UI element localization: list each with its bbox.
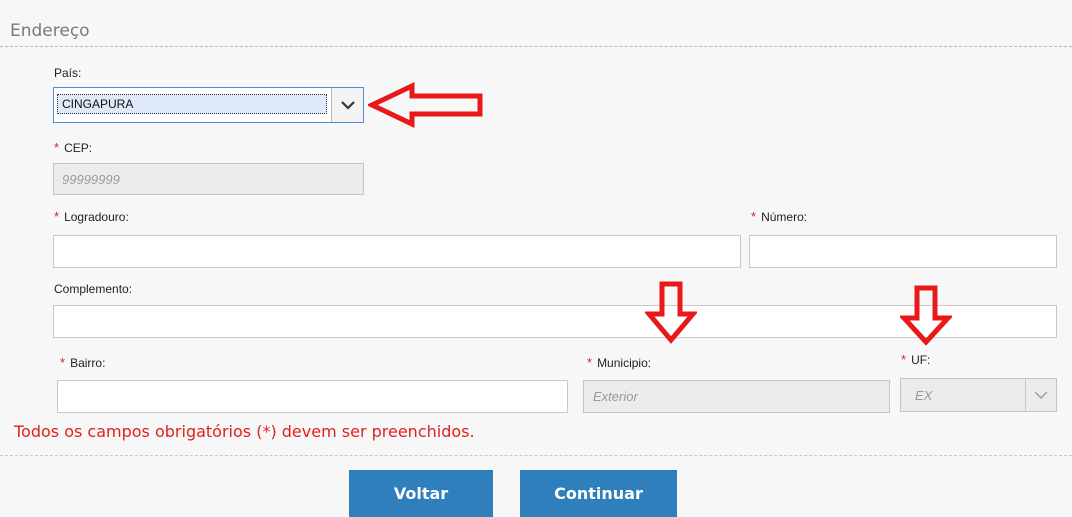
cep-label-text: CEP: — [64, 141, 93, 155]
section-divider-top — [0, 46, 1072, 47]
numero-label: * Número: — [751, 209, 807, 224]
municipio-label: * Municipio: — [587, 355, 651, 370]
required-mark: * — [54, 209, 60, 224]
logradouro-label: * Logradouro: — [54, 209, 129, 224]
municipio-placeholder: Exterior — [593, 389, 638, 404]
annotation-arrow-down-icon — [900, 285, 952, 346]
uf-label-text: UF: — [911, 353, 931, 367]
logradouro-label-text: Logradouro: — [64, 210, 129, 224]
uf-label: * UF: — [901, 352, 930, 367]
required-mark: * — [60, 355, 66, 370]
cep-input[interactable]: 99999999 — [53, 163, 364, 195]
numero-input[interactable] — [749, 235, 1057, 268]
bairro-label: * Bairro: — [60, 355, 105, 370]
complemento-label: Complemento: — [54, 282, 133, 296]
chevron-down-icon[interactable] — [1025, 379, 1056, 411]
numero-label-text: Número: — [761, 210, 808, 224]
required-mark: * — [54, 140, 60, 155]
annotation-arrow-left-icon — [368, 82, 483, 128]
required-mark: * — [901, 352, 907, 367]
annotation-arrow-down-icon — [645, 281, 697, 344]
back-button[interactable]: Voltar — [349, 470, 493, 517]
required-mark: * — [751, 209, 757, 224]
cep-placeholder: 99999999 — [62, 172, 120, 187]
municipio-input[interactable]: Exterior — [583, 380, 890, 413]
section-title: Endereço — [10, 21, 90, 41]
uf-select[interactable]: EX — [900, 378, 1057, 412]
required-mark: * — [587, 355, 593, 370]
validation-message: Todos os campos obrigatórios (*) devem s… — [14, 422, 475, 441]
bairro-input[interactable] — [57, 380, 568, 413]
cep-label: * CEP: — [54, 140, 92, 155]
continue-button[interactable]: Continuar — [520, 470, 677, 517]
logradouro-input[interactable] — [53, 235, 741, 268]
uf-placeholder: EX — [915, 388, 933, 403]
pais-select[interactable]: CINGAPURA — [53, 87, 364, 123]
municipio-label-text: Municipio: — [597, 356, 652, 370]
section-divider-bottom — [0, 455, 1072, 456]
pais-label: País: — [54, 66, 82, 80]
pais-select-value: CINGAPURA — [57, 94, 327, 114]
bairro-label-text: Bairro: — [70, 356, 106, 370]
chevron-down-icon[interactable] — [331, 88, 363, 122]
